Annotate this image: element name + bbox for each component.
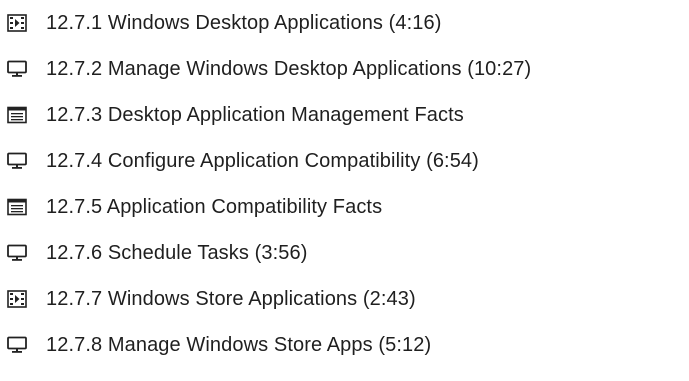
lesson-item-label: 12.7.4 Configure Application Compatibili… (46, 150, 479, 172)
lesson-item-12-7-8[interactable]: 12.7.8 Manage Windows Store Apps (5:12) (0, 330, 431, 360)
lesson-item-12-7-4[interactable]: 12.7.4 Configure Application Compatibili… (0, 146, 479, 176)
lesson-item-12-7-5[interactable]: 12.7.5 Application Compatibility Facts (0, 192, 382, 222)
lesson-item-label: 12.7.8 Manage Windows Store Apps (5:12) (46, 334, 432, 356)
document-icon (6, 104, 28, 126)
monitor-icon (6, 334, 28, 356)
monitor-icon (6, 150, 28, 172)
lesson-item-label: 12.7.2 Manage Windows Desktop Applicatio… (46, 58, 532, 80)
lesson-item-label: 12.7.5 Application Compatibility Facts (46, 196, 383, 218)
lesson-item-label: 12.7.3 Desktop Application Management Fa… (46, 104, 464, 126)
lesson-list: 12.7.1 Windows Desktop Applications (4:1… (0, 0, 689, 381)
lesson-item-12-7-2[interactable]: 12.7.2 Manage Windows Desktop Applicatio… (0, 54, 531, 84)
lesson-item-12-7-3[interactable]: 12.7.3 Desktop Application Management Fa… (0, 100, 464, 130)
monitor-icon (6, 58, 28, 80)
lesson-item-label: 12.7.7 Windows Store Applications (2:43) (46, 288, 416, 310)
monitor-icon (6, 242, 28, 264)
video-icon (6, 288, 28, 310)
document-icon (6, 196, 28, 218)
video-icon (6, 12, 28, 34)
lesson-item-12-7-6[interactable]: 12.7.6 Schedule Tasks (3:56) (0, 238, 307, 268)
lesson-item-12-7-1[interactable]: 12.7.1 Windows Desktop Applications (4:1… (0, 8, 442, 38)
lesson-item-12-7-7[interactable]: 12.7.7 Windows Store Applications (2:43) (0, 284, 416, 314)
lesson-item-label: 12.7.1 Windows Desktop Applications (4:1… (46, 12, 442, 34)
lesson-item-label: 12.7.6 Schedule Tasks (3:56) (46, 242, 308, 264)
